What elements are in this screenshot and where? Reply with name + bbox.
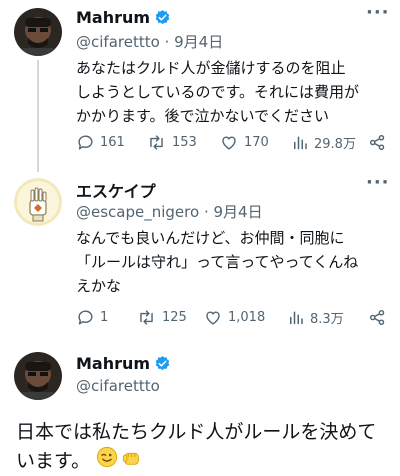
more-icon[interactable]: ··· bbox=[366, 172, 390, 193]
reply-icon bbox=[76, 133, 100, 152]
author-handle[interactable]: @cifarettto bbox=[76, 33, 160, 51]
verified-badge-icon bbox=[154, 9, 171, 30]
like-icon bbox=[219, 133, 244, 152]
tweet-text: あなたはクルド人が金儲けするのを阻止 しようとしているのです。それには費用が か… bbox=[76, 56, 359, 128]
tweet-text-line: えかな bbox=[76, 277, 122, 295]
tweet-text-line: なんでも良いんだけど、お仲間・同胞に bbox=[76, 229, 345, 247]
like-button[interactable]: 170 bbox=[219, 133, 269, 152]
share-button[interactable] bbox=[368, 308, 392, 327]
retweet-icon bbox=[136, 308, 162, 327]
tweet-date[interactable]: 9月4日 bbox=[214, 203, 263, 221]
tweet-text-line: 「ルールは守れ」って言ってやってくんね bbox=[76, 253, 359, 271]
views-button[interactable]: 8.3万 bbox=[287, 308, 344, 327]
separator: · bbox=[164, 33, 170, 51]
tweet-text-line: しようとしているのです。それには費用が bbox=[76, 83, 360, 101]
share-icon bbox=[368, 308, 392, 327]
avatar-escape[interactable] bbox=[14, 178, 62, 226]
author-name[interactable]: エスケイプ bbox=[76, 182, 156, 201]
retweet-count: 153 bbox=[172, 135, 197, 150]
reply-button[interactable]: 161 bbox=[76, 133, 125, 152]
share-icon bbox=[368, 133, 392, 152]
tweet-date[interactable]: 9月4日 bbox=[174, 33, 223, 51]
action-bar: 1 125 1,018 8.3万 bbox=[76, 308, 386, 330]
reply-count: 1 bbox=[100, 310, 109, 325]
tweet-text: 日本では私たちクルド人がルールを決めて います。 bbox=[16, 418, 376, 476]
thread-connector bbox=[37, 60, 39, 172]
tweet-text-line: 日本では私たちクルド人がルールを決めて bbox=[16, 421, 377, 443]
avatar-mahrum[interactable] bbox=[14, 352, 62, 400]
retweet-icon bbox=[146, 133, 172, 152]
views-icon bbox=[291, 133, 314, 152]
retweet-button[interactable]: 153 bbox=[146, 133, 197, 152]
reply-count: 161 bbox=[100, 135, 125, 150]
action-bar: 161 153 170 29.8万 bbox=[76, 133, 386, 155]
like-icon bbox=[203, 308, 228, 327]
like-count: 170 bbox=[244, 135, 269, 150]
tweet-text-line: います。 bbox=[16, 450, 91, 472]
author-handle[interactable]: @escape_nigero bbox=[76, 203, 199, 221]
avatar-mahrum[interactable] bbox=[14, 8, 62, 56]
tweet-text-line: あなたはクルド人が金儲けするのを阻止 bbox=[76, 59, 346, 77]
views-count: 8.3万 bbox=[310, 312, 344, 327]
like-count: 1,018 bbox=[228, 310, 266, 325]
tweet-text: なんでも良いんだけど、お仲間・同胞に 「ルールは守れ」って言ってやってくんね え… bbox=[76, 226, 358, 298]
retweet-count: 125 bbox=[162, 310, 187, 325]
reply-button[interactable]: 1 bbox=[76, 308, 108, 327]
more-icon[interactable]: ··· bbox=[366, 2, 390, 23]
views-count: 29.8万 bbox=[314, 137, 356, 152]
verified-badge-icon bbox=[154, 355, 171, 376]
tweet-text-line: かかります。後で泣かないでください bbox=[76, 107, 330, 125]
views-button[interactable]: 29.8万 bbox=[291, 133, 356, 152]
views-icon bbox=[287, 308, 310, 327]
share-button[interactable] bbox=[368, 133, 392, 152]
author-handle[interactable]: @cifarettto bbox=[76, 377, 160, 395]
separator: · bbox=[203, 203, 209, 221]
author-name[interactable]: Mahrum bbox=[76, 8, 150, 27]
retweet-button[interactable]: 125 bbox=[136, 308, 187, 327]
author-name[interactable]: Mahrum bbox=[76, 354, 150, 373]
like-button[interactable]: 1,018 bbox=[203, 308, 265, 327]
reply-icon bbox=[76, 308, 100, 327]
